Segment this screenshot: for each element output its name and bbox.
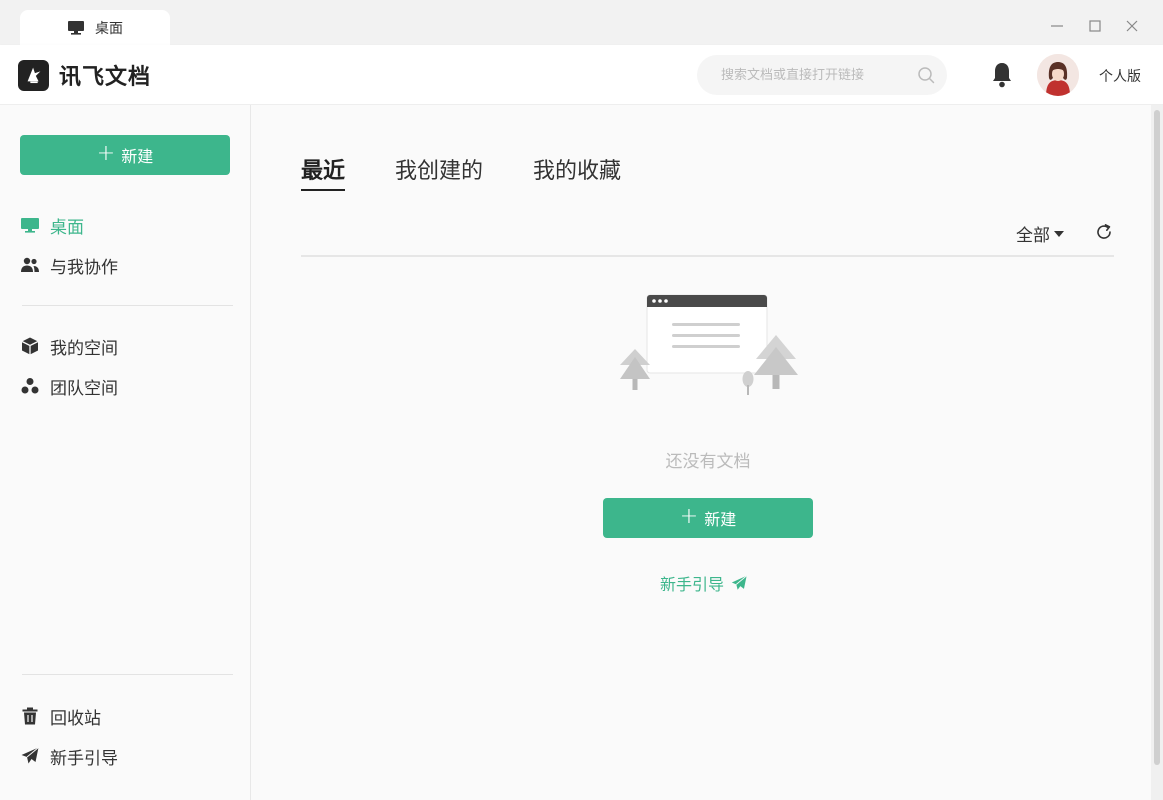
main-new-button[interactable]: + 新建 [603,498,813,538]
maximize-icon [1089,20,1101,32]
filter-dropdown[interactable]: 全部 [1016,221,1064,246]
sidebar-item-label: 回收站 [50,708,101,729]
cube-icon [21,337,39,355]
scrollbar-thumb[interactable] [1154,110,1160,765]
tab-favorites[interactable]: 我的收藏 [533,153,621,191]
guide-link-label: 新手引导 [660,575,725,594]
app-name: 讯飞文档 [59,65,152,90]
minimize-icon [1051,25,1063,27]
sidebar-item-team-space[interactable]: 团队空间 [20,371,232,401]
edition-label[interactable]: 个人版 [1099,66,1141,86]
monitor-icon [68,20,84,35]
sidebar-item-label: 桌面 [50,217,84,238]
window-tab-label: 桌面 [95,20,123,37]
main-new-button-label: 新建 [704,510,737,529]
close-icon [1126,20,1138,32]
sidebar-item-trash[interactable]: 回收站 [20,701,232,731]
plus-icon: + [679,504,699,529]
sidebar-item-label: 团队空间 [50,378,118,399]
team-icon [21,378,39,394]
tab-created-by-me[interactable]: 我创建的 [395,153,483,191]
app-logo[interactable]: 讯飞文档 [18,59,151,91]
vertical-scrollbar[interactable] [1151,105,1163,800]
minimize-button[interactable] [1047,16,1067,36]
sidebar-item-guide[interactable]: 新手引导 [20,741,232,771]
guide-link[interactable]: 新手引导 [660,571,748,595]
window-tab-desktop[interactable]: 桌面 [20,10,170,45]
trash-icon [22,707,38,725]
document-tabs: 最近 我创建的 我的收藏 [301,153,621,191]
search-box[interactable] [697,55,947,95]
filter-label: 全部 [1016,226,1050,246]
maximize-button[interactable] [1085,16,1105,36]
tab-recent[interactable]: 最近 [301,153,346,191]
sidebar: + 新建 桌面 与我协作 我的空间 团队空间 回收站 新手引导 [0,105,251,800]
app-logo-icon [18,59,49,91]
empty-state-text: 还没有文档 [665,452,751,472]
sidebar-item-desktop[interactable]: 桌面 [20,210,232,240]
user-avatar[interactable] [1037,54,1079,96]
tabs-divider [301,255,1114,257]
sidebar-item-my-space[interactable]: 我的空间 [20,331,232,361]
empty-documents-illustration [620,294,798,395]
sidebar-item-label: 与我协作 [50,257,118,278]
title-bar: 桌面 [0,0,1163,45]
sidebar-new-button-label: 新建 [121,147,154,166]
app-window: 桌面 讯飞文档 搜索文档或直接打开链接 个人版 + 新建 桌面 与我协作 我的空… [0,0,1163,800]
refresh-icon[interactable] [1094,222,1114,242]
search-input[interactable] [721,55,911,95]
close-button[interactable] [1122,16,1142,36]
notification-bell-icon[interactable] [990,61,1014,89]
plus-icon: + [96,141,116,166]
sidebar-item-collaborate[interactable]: 与我协作 [20,250,232,280]
sidebar-new-button[interactable]: + 新建 [20,135,230,175]
main-content: 最近 我创建的 我的收藏 全部 还没有文档 + 新建 新手引导 [251,105,1151,800]
search-icon[interactable] [917,66,935,84]
sidebar-item-label: 新手引导 [50,748,118,769]
paper-plane-icon [731,575,747,590]
sidebar-divider [22,674,233,675]
paper-plane-icon [21,747,39,764]
sidebar-item-label: 我的空间 [50,338,118,359]
sidebar-divider [22,305,233,306]
app-header: 讯飞文档 个人版 [0,45,1163,105]
caret-down-icon [1054,230,1064,237]
monitor-icon [21,218,39,233]
users-icon [21,257,39,272]
